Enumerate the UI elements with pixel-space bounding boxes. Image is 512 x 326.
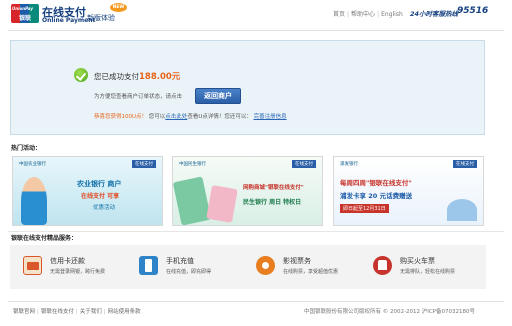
promo-suffix: 查看U点详情！您还可以： [187, 114, 252, 120]
payment-amount: 188.00元 [139, 72, 181, 82]
promo-highlight: 恭喜您获得100U点！ [94, 114, 148, 120]
service-title: 影视票务 [283, 257, 311, 265]
banner-headline: 网购商城"银联在线支付" [243, 185, 304, 191]
service-title: 信用卡还款 [50, 257, 85, 265]
banner-subline: 民生银行 周日 特权日 [243, 199, 302, 206]
banner-date: 即日起至12月31日 [340, 204, 389, 213]
train-icon [373, 256, 392, 275]
banner-detail: 优惠活动 [93, 205, 116, 211]
logo-text-bottom: 银联 [19, 15, 32, 22]
banner-tag: 在线支付 [453, 160, 477, 168]
service-title: 购买火车票 [400, 257, 435, 265]
mobile-phone-icon [139, 256, 158, 275]
banner-card-image [173, 176, 212, 225]
service-desc: 在线购票，享受超值优惠 [283, 269, 339, 275]
back-hint: 为方便您查看商户订单状态，请点击 [94, 94, 183, 100]
banner-coin-image [447, 199, 477, 221]
top-nav: 首页 | 帮助中心 | English [333, 11, 403, 18]
service-desc: 无需登录网银，跨行免费 [50, 269, 106, 275]
banner-headline: 每周四周"银联在线支付" [340, 179, 412, 187]
banner-subline: 在线支付 可享 [81, 193, 120, 200]
banner-bank-name: 中国农业银行 [19, 162, 46, 167]
nav-help-link[interactable]: 帮助中心 [351, 11, 375, 18]
nav-home-link[interactable]: 首页 [333, 11, 345, 18]
new-badge: NEW [110, 3, 127, 12]
banner-bank-name: 中国民生银行 [179, 162, 206, 167]
services-bar: 信用卡还款 无需登录网银，跨行免费 手机充值 在线充值，即充即得 影视票务 在线… [10, 245, 486, 289]
hot-activities-title: 热门活动： [11, 145, 42, 152]
points-details-link[interactable]: 点击此处 [165, 114, 187, 120]
return-to-merchant-button[interactable]: 返回商户 [195, 88, 241, 104]
payment-success-panel: 您已成功支付188.00元 为方便您查看商户订单状态，请点击 返回商户 恭喜您获… [10, 40, 485, 135]
footer-link-terms[interactable]: 网站使用条款 [108, 309, 141, 315]
service-title: 手机充值 [166, 257, 194, 265]
points-promo: 恭喜您获得100U点！ 您可以点击此处查看U点详情！您还可以： 完善注册信息 [94, 112, 287, 120]
activity-banner-abc[interactable]: 中国农业银行 在线支付 农业银行 商户 在线支付 可享 优惠活动 [12, 156, 163, 226]
footer-links: 银联官网 | 银联在线支付 | 关于我们 | 网站使用条款 [13, 309, 141, 315]
footer-link-about[interactable]: 关于我们 [80, 309, 102, 315]
footer-link-unionpay[interactable]: 银联官网 [13, 309, 35, 315]
logo-text-top: UnionPay [12, 6, 33, 11]
copyright: 中国银联股份有限公司版权所有 © 2002-2012 沪ICP备07032180… [304, 309, 475, 315]
banner-headline: 农业银行 商户 [77, 180, 122, 188]
promo-middle: 您可以 [148, 114, 166, 120]
success-check-icon [74, 68, 88, 82]
header-divider [8, 30, 504, 31]
banner-tag: 在线支付 [132, 160, 156, 168]
new-experience-link[interactable]: 新版体验 [87, 13, 115, 23]
film-reel-icon [256, 256, 275, 275]
unionpay-logo[interactable]: UnionPay 银联 [11, 4, 39, 23]
banner-tag: 在线支付 [292, 160, 316, 168]
hotline-number: 95516 [457, 6, 489, 16]
section-divider [8, 231, 504, 232]
hotline-label: 24小时客服热线 [410, 10, 459, 18]
services-title: 银联在线支付精品服务： [11, 235, 78, 242]
page-header: UnionPay 银联 在线支付 Online Payment NEW 新版体验… [0, 0, 512, 32]
complete-registration-link[interactable]: 完善注册信息 [254, 114, 287, 120]
success-message: 您已成功支付188.00元 [94, 70, 180, 82]
service-desc: 在线充值，即充即得 [166, 269, 212, 275]
banner-subline: 浦发卡享 20 元话费赠送 [340, 192, 413, 200]
footer-link-online-payment[interactable]: 银联在线支付 [41, 309, 74, 315]
activity-banner-cmbc[interactable]: 中国民生银行 在线支付 网购商城"银联在线支付" 民生银行 周日 特权日 [172, 156, 323, 226]
banner-gift-image [206, 185, 238, 223]
service-desc: 无需排队，轻松在线购票 [400, 269, 456, 275]
activity-banner-spdb[interactable]: 浦发银行 在线支付 每周四周"银联在线支付" 浦发卡享 20 元话费赠送 即日起… [333, 156, 484, 226]
footer-divider [8, 301, 504, 302]
success-text: 您已成功支付 [94, 72, 139, 81]
credit-card-icon [23, 256, 42, 275]
banner-person-image [21, 177, 47, 225]
banner-bank-name: 浦发银行 [340, 162, 358, 167]
nav-english-link[interactable]: English [381, 11, 403, 18]
